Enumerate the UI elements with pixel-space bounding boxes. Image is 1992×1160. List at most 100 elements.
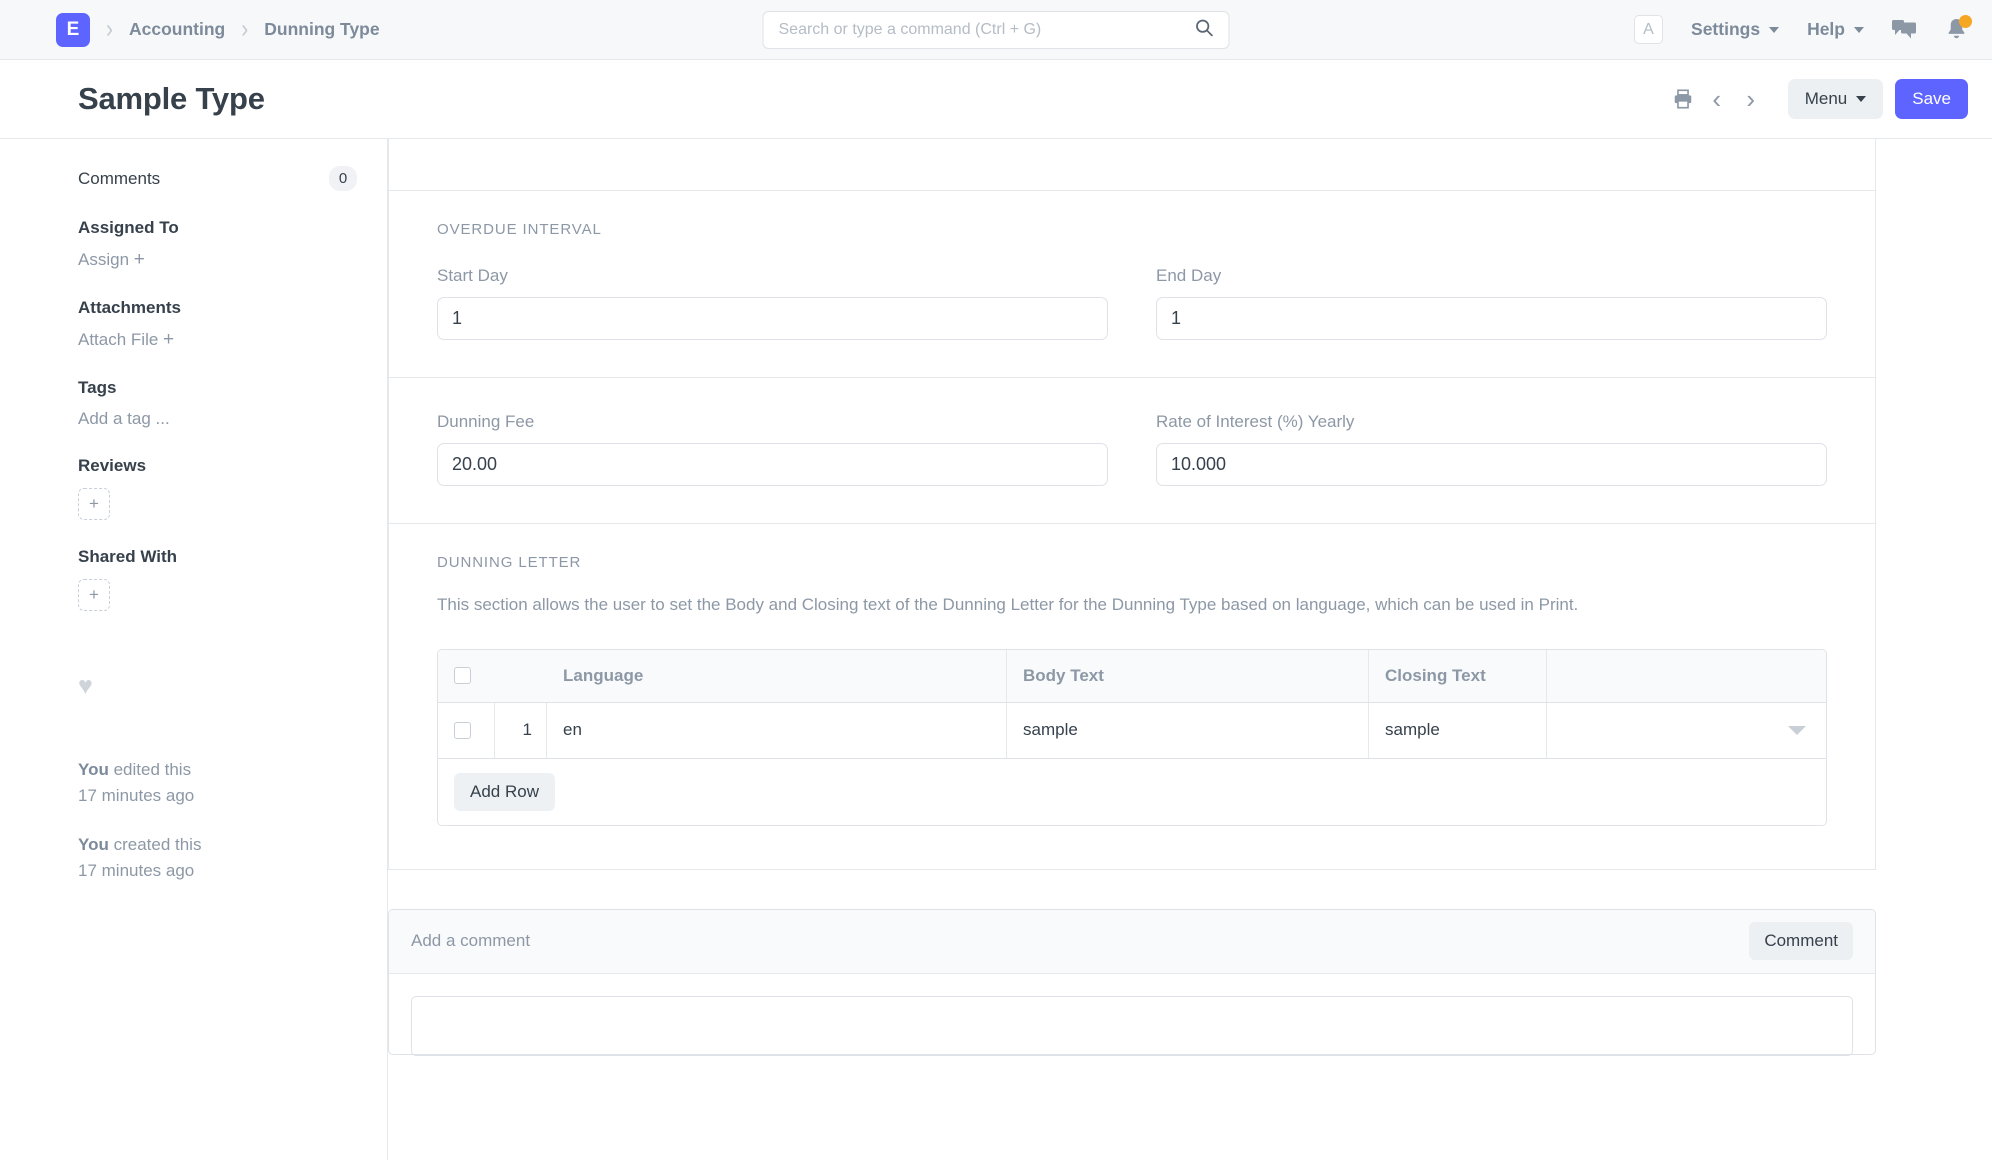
chat-icon [1892, 20, 1916, 39]
grid-footer: Add Row [438, 757, 1826, 825]
rate-of-interest-label: Rate of Interest (%) Yearly [1156, 412, 1355, 431]
menu-button[interactable]: Menu [1787, 79, 1884, 119]
assign-button[interactable]: Assign + [78, 249, 387, 271]
app-logo[interactable]: E [56, 12, 90, 47]
tags-label: Tags [78, 378, 117, 397]
cell-body-text[interactable]: sample [1007, 702, 1369, 758]
overdue-interval-fields: Start Day End Day [437, 266, 1827, 340]
field-rate-of-interest: Rate of Interest (%) Yearly [1156, 412, 1827, 486]
page-titlebar: Sample Type ‹ › Menu Save [0, 60, 1992, 139]
row-expand-cell[interactable] [1547, 703, 1826, 758]
select-all-checkbox[interactable] [454, 667, 471, 685]
search-input[interactable] [762, 10, 1230, 49]
notifications-button[interactable] [1945, 15, 1972, 42]
chevron-right-icon: › [1746, 84, 1756, 114]
dunning-fee-input[interactable] [437, 443, 1108, 486]
start-day-input[interactable] [437, 297, 1108, 340]
search-container [762, 10, 1230, 49]
help-dropdown[interactable]: Help [1807, 19, 1864, 40]
previous-document-button[interactable]: ‹ [1700, 82, 1734, 116]
help-label: Help [1807, 19, 1845, 39]
assign-label: Assign [78, 250, 130, 269]
page-title: Sample Type [78, 81, 265, 116]
activity-action: created this [108, 834, 202, 854]
add-tag-input[interactable]: Add a tag ... [78, 409, 387, 429]
grid-header-body-text[interactable]: Body Text [1007, 649, 1369, 702]
sidebar-section-comments[interactable]: Comments 0 [78, 166, 387, 191]
section-label-dunning-letter: DUNNING LETTER [437, 554, 582, 571]
breadcrumb-separator-1: › [106, 15, 113, 44]
avatar[interactable]: A [1634, 15, 1664, 44]
chevron-down-icon [1856, 96, 1867, 102]
breadcrumb-separator-2: › [241, 15, 249, 44]
row-select-cell [438, 702, 495, 758]
comments-count-badge: 0 [329, 166, 357, 191]
sidebar: Comments 0 Assigned To Assign + Attachme… [0, 139, 388, 1160]
grid-header-row: Language Body Text Closing Text [438, 649, 1826, 703]
activity-actor: You [78, 834, 109, 854]
table-row[interactable]: 1 en sample sample [438, 702, 1826, 758]
shared-with-label: Shared With [78, 547, 178, 566]
grid-header-language[interactable]: Language [547, 649, 1007, 702]
print-icon [1674, 89, 1691, 109]
attachments-label: Attachments [78, 298, 181, 317]
comment-header: Add a comment Comment [389, 909, 1875, 974]
section-dunning-letter: DUNNING LETTER This section allows the u… [389, 524, 1875, 869]
notification-badge-dot [1959, 15, 1972, 28]
settings-dropdown[interactable]: Settings [1691, 19, 1780, 40]
reviews-label: Reviews [78, 456, 147, 475]
fees-fields: Dunning Fee Rate of Interest (%) Yearly [437, 412, 1827, 486]
sidebar-section-assigned-to: Assigned To [78, 218, 387, 238]
section-label-overdue-interval: OVERDUE INTERVAL [437, 221, 602, 238]
plus-icon: + [163, 329, 175, 350]
sidebar-section-reviews: Reviews [78, 456, 387, 476]
save-button[interactable]: Save [1895, 79, 1968, 119]
activity-timestamp: 17 minutes ago [78, 786, 195, 806]
grid-header-select-all-cell [438, 650, 547, 702]
like-heart-icon[interactable]: ♥ [78, 674, 387, 699]
activity-entry-created: You created this 17 minutes ago [78, 832, 387, 885]
activity-log: You edited this 17 minutes ago You creat… [78, 757, 387, 884]
attach-file-button[interactable]: Attach File + [78, 329, 387, 351]
grid-header-closing-text[interactable]: Closing Text [1369, 649, 1547, 702]
row-checkbox[interactable] [454, 721, 471, 739]
add-shared-user-button[interactable]: + [78, 579, 110, 611]
add-row-button[interactable]: Add Row [454, 772, 555, 811]
navbar-right: A Settings Help [1634, 15, 1972, 44]
add-comment-placeholder[interactable]: Add a comment [411, 931, 530, 951]
end-day-input[interactable] [1156, 297, 1827, 340]
activity-entry-edited: You edited this 17 minutes ago [78, 757, 387, 810]
activity-actor: You [78, 760, 109, 779]
start-day-label: Start Day [437, 266, 508, 285]
comment-body [389, 974, 1875, 1056]
next-document-button[interactable]: › [1734, 82, 1768, 116]
main-content: OVERDUE INTERVAL Start Day End Day [388, 139, 1992, 1160]
dunning-letter-description: This section allows the user to set the … [437, 595, 1579, 614]
row-index: 1 [495, 702, 547, 758]
breadcrumb-item-accounting[interactable]: Accounting [129, 19, 225, 40]
grid-header-actions [1547, 650, 1826, 702]
comment-submit-button[interactable]: Comment [1749, 922, 1853, 961]
settings-label: Settings [1691, 19, 1761, 39]
chat-button[interactable] [1892, 18, 1917, 41]
section-fees: Dunning Fee Rate of Interest (%) Yearly [389, 378, 1875, 524]
assigned-to-label: Assigned To [78, 218, 179, 237]
activity-timestamp: 17 minutes ago [78, 861, 195, 881]
rate-of-interest-input[interactable] [1156, 443, 1827, 486]
page-body: Comments 0 Assigned To Assign + Attachme… [0, 139, 1992, 1160]
comment-editor[interactable] [411, 995, 1853, 1056]
chevron-left-icon: ‹ [1712, 84, 1722, 114]
section-overdue-interval: OVERDUE INTERVAL Start Day End Day [389, 191, 1875, 378]
add-review-button[interactable]: + [78, 488, 110, 520]
end-day-label: End Day [1156, 266, 1222, 285]
field-dunning-fee: Dunning Fee [437, 412, 1108, 486]
cell-closing-text[interactable]: sample [1369, 702, 1547, 758]
cell-language[interactable]: en [547, 702, 1007, 758]
sidebar-section-tags: Tags [78, 378, 387, 398]
print-button[interactable] [1666, 82, 1700, 116]
dunning-fee-label: Dunning Fee [437, 412, 535, 431]
activity-action: edited this [108, 760, 192, 779]
sidebar-section-attachments: Attachments [78, 298, 387, 318]
field-end-day: End Day [1156, 266, 1827, 340]
breadcrumb-item-dunning-type[interactable]: Dunning Type [264, 19, 379, 40]
